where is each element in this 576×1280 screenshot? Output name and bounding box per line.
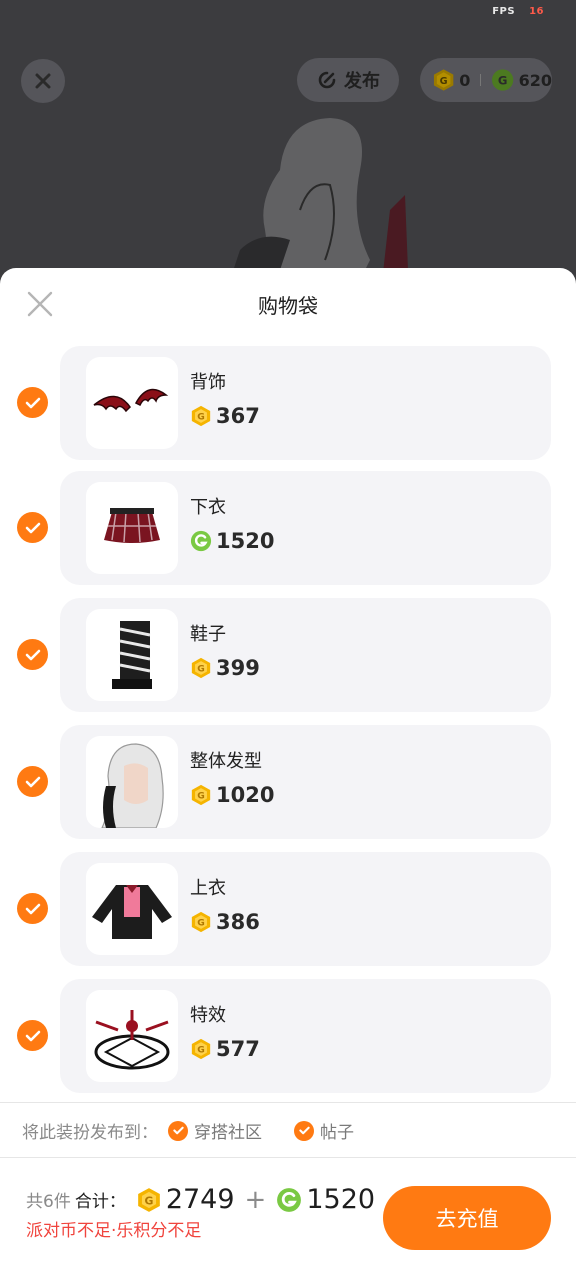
divider xyxy=(0,1102,576,1103)
option-post[interactable]: 帖子 xyxy=(294,1118,354,1143)
svg-text:G: G xyxy=(440,76,448,87)
item-card[interactable]: 上衣 G 386 xyxy=(60,852,551,966)
shopping-bag-sheet: 购物袋 背饰 G 367 下衣 1520 鞋子 G 399 整体发型 G 102… xyxy=(0,268,576,1280)
item-name: 鞋子 xyxy=(190,624,226,645)
magic-circle-effect-image xyxy=(94,1010,170,1070)
plus-sign: + xyxy=(244,1184,267,1215)
check-icon xyxy=(25,522,40,533)
divider xyxy=(480,74,482,86)
svg-text:G: G xyxy=(197,791,205,802)
party-coin-icon: G xyxy=(433,69,454,91)
joy-point-icon xyxy=(277,1187,302,1212)
item-price: 1520 xyxy=(190,529,274,553)
joy-point-icon xyxy=(190,530,212,552)
insufficient-balance-warning: 派对币不足·乐积分不足 xyxy=(26,1221,202,1241)
svg-text:G: G xyxy=(197,1045,205,1056)
item-checkbox[interactable] xyxy=(17,639,48,670)
party-coin-icon: G xyxy=(191,784,211,806)
item-name: 特效 xyxy=(190,1005,226,1026)
item-card[interactable]: 鞋子 G 399 xyxy=(60,598,551,712)
joy-point-balance: 620 xyxy=(518,70,553,90)
white-hair-image xyxy=(101,743,164,828)
item-checkbox[interactable] xyxy=(17,387,48,418)
avatar-preview-area: FPS 16 发布 G 0 G 620 xyxy=(0,0,576,290)
item-thumbnail xyxy=(86,736,178,828)
joy-point-total: 1520 xyxy=(306,1184,376,1215)
item-checkbox[interactable] xyxy=(17,893,48,924)
svg-text:G: G xyxy=(197,664,205,675)
striped-boots-image xyxy=(112,621,152,689)
item-checkbox[interactable] xyxy=(17,766,48,797)
publish-button[interactable]: 发布 xyxy=(297,58,399,102)
item-checkbox[interactable] xyxy=(17,1020,48,1051)
check-icon xyxy=(25,1030,40,1041)
option-label: 帖子 xyxy=(320,1123,354,1143)
balance-pill[interactable]: G 0 G 620 xyxy=(420,58,552,102)
sheet-title: 购物袋 xyxy=(258,294,318,318)
item-price: G 399 xyxy=(190,656,260,680)
checkout-footer: 共6件 合计： G 2749 + 1520 派对币不足·乐积分不足 去充值 xyxy=(0,1158,576,1280)
cart-item: 特效 G 577 xyxy=(0,979,576,1093)
svg-text:G: G xyxy=(144,1194,153,1207)
item-card[interactable]: 背饰 G 367 xyxy=(60,346,551,460)
recharge-button[interactable]: 去充值 xyxy=(383,1186,551,1250)
check-icon xyxy=(25,903,40,914)
item-thumbnail xyxy=(86,609,178,701)
item-thumbnail xyxy=(86,357,178,449)
item-name: 背饰 xyxy=(190,372,226,393)
item-name: 上衣 xyxy=(190,878,226,899)
publish-target-row: 将此装扮发布到： 穿搭社区 帖子 xyxy=(22,1118,354,1143)
item-thumbnail xyxy=(86,990,178,1082)
close-icon xyxy=(35,73,51,89)
option-outfit-community[interactable]: 穿搭社区 xyxy=(168,1118,262,1143)
check-icon xyxy=(25,397,40,408)
plaid-skirt-image xyxy=(104,508,160,543)
total-label: 合计： xyxy=(74,1192,126,1212)
joy-point-icon: G xyxy=(492,69,514,91)
svg-text:G: G xyxy=(498,73,508,87)
item-checkbox[interactable] xyxy=(17,512,48,543)
item-card[interactable]: 整体发型 G 1020 xyxy=(60,725,551,839)
cart-item: 上衣 G 386 xyxy=(0,852,576,966)
option-checkbox[interactable] xyxy=(168,1120,188,1141)
item-price: G 386 xyxy=(190,910,260,934)
party-coin-total: 2749 xyxy=(165,1184,235,1215)
check-icon xyxy=(25,776,40,787)
fps-counter: FPS 16 xyxy=(492,6,544,17)
avatar-figure xyxy=(230,118,408,290)
item-name: 下衣 xyxy=(190,497,226,518)
cart-item: 整体发型 G 1020 xyxy=(0,725,576,839)
check-icon xyxy=(172,1126,184,1135)
bat-wings-image xyxy=(93,388,169,413)
item-price: G 577 xyxy=(190,1037,260,1061)
cart-item: 背饰 G 367 xyxy=(0,346,576,460)
check-icon xyxy=(25,649,40,660)
item-name: 整体发型 xyxy=(190,751,262,772)
cart-item: 鞋子 G 399 xyxy=(0,598,576,712)
publish-to-label: 将此装扮发布到： xyxy=(22,1123,158,1143)
party-coin-icon: G xyxy=(191,657,211,679)
party-coin-icon: G xyxy=(191,405,211,427)
svg-text:G: G xyxy=(197,918,205,929)
item-price: G 1020 xyxy=(190,783,274,807)
item-card[interactable]: 下衣 1520 xyxy=(60,471,551,585)
leather-jacket-image xyxy=(92,885,172,939)
party-coin-icon: G xyxy=(191,1038,211,1060)
publish-icon xyxy=(318,71,336,89)
item-thumbnail xyxy=(86,863,178,955)
check-icon xyxy=(298,1126,310,1135)
close-button[interactable] xyxy=(21,59,65,103)
total-summary: 共6件 合计： G 2749 + 1520 xyxy=(26,1184,375,1215)
item-price: G 367 xyxy=(190,404,260,428)
cart-item: 下衣 1520 xyxy=(0,471,576,585)
party-coin-balance: 0 xyxy=(459,70,471,90)
party-coin-icon: G xyxy=(137,1187,160,1212)
option-checkbox[interactable] xyxy=(294,1120,314,1141)
party-coin-icon: G xyxy=(191,911,211,933)
item-card[interactable]: 特效 G 577 xyxy=(60,979,551,1093)
option-label: 穿搭社区 xyxy=(194,1123,262,1143)
svg-text:G: G xyxy=(197,412,205,423)
item-thumbnail xyxy=(86,482,178,574)
item-count: 共6件 xyxy=(26,1192,71,1212)
